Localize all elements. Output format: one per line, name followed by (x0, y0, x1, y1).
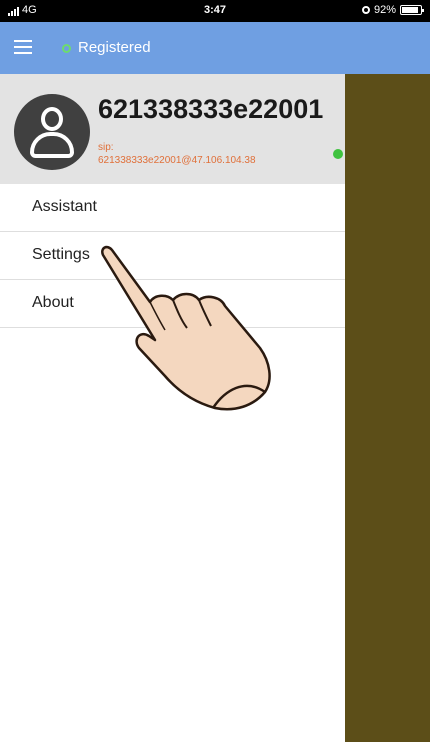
profile-header: 621338333e22001 sip: 621338333e22001@47.… (0, 74, 345, 184)
sip-label: sip: (98, 142, 114, 153)
menu-item-assistant[interactable]: Assistant (0, 184, 345, 232)
status-bar: 4G 3:47 92% (0, 0, 430, 22)
battery-icon (400, 5, 424, 15)
presence-dot-icon (333, 149, 343, 159)
status-ring-icon (62, 44, 71, 53)
person-icon (14, 94, 90, 170)
drawer-scrim[interactable] (345, 74, 430, 742)
menu-item-label: Assistant (32, 198, 97, 215)
app-header: Registered (0, 22, 430, 74)
battery-percent: 92% (373, 4, 396, 16)
alarm-icon (361, 6, 370, 14)
menu-item-label: About (32, 294, 74, 311)
hamburger-icon[interactable] (14, 40, 32, 54)
sip-address: 621338333e22001@47.106.104.38 (98, 155, 256, 166)
menu-item-label: Settings (32, 246, 90, 263)
status-right: 92% (361, 4, 424, 16)
registration-status: Registered (78, 39, 151, 56)
username: 621338333e22001 (98, 94, 324, 124)
pointing-hand-icon (101, 245, 271, 411)
